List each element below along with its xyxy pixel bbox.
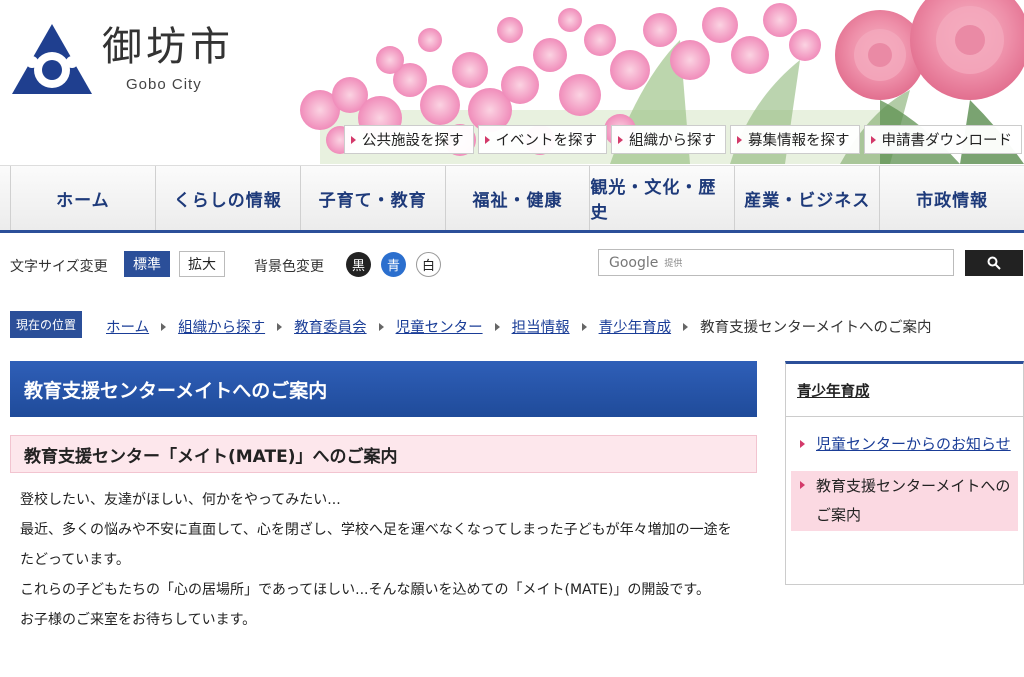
- nav-living[interactable]: くらしの情報: [154, 166, 300, 230]
- bg-white-button[interactable]: 白: [416, 252, 441, 277]
- quicklink-recruitment[interactable]: 募集情報を探す: [730, 125, 860, 154]
- sidebar-item-children-center-news[interactable]: 児童センターからのお知らせ: [786, 430, 1023, 459]
- search-placeholder: Google: [609, 254, 659, 271]
- bg-black-button[interactable]: 黒: [346, 252, 371, 277]
- arrow-icon: [351, 135, 356, 144]
- accessibility-toolbar: 文字サイズ変更 標準 拡大 背景色変更 黒 青 白 Google 提供: [0, 247, 1024, 281]
- global-nav: ホーム くらしの情報 子育て・教育 福祉・健康 観光・文化・歴史 産業・ビジネス…: [0, 165, 1024, 233]
- arrow-icon: [484, 135, 490, 144]
- font-size-label: 文字サイズ変更: [10, 259, 108, 275]
- nav-home[interactable]: ホーム: [10, 166, 155, 230]
- site-name-en: Gobo City: [126, 76, 202, 93]
- breadcrumb-children-center[interactable]: 児童センター: [396, 316, 483, 337]
- breadcrumb-current: 教育支援センターメイトへのご案内: [700, 320, 932, 336]
- breadcrumb-arrow-icon: [581, 322, 587, 331]
- arrow-icon: [618, 135, 623, 144]
- paragraph: 登校したい、友達がほしい、何かをやってみたい...: [20, 492, 341, 508]
- breadcrumb-youth-development[interactable]: 青少年育成: [599, 316, 672, 337]
- sidebar: 青少年育成 児童センターからのお知らせ 教育支援センターメイトへのご案内: [785, 361, 1024, 585]
- paragraph: 最近、多くの悩みや不安に直面して、心を閉ざし、学校へ足を運べなくなってしまった子…: [20, 522, 732, 568]
- arrow-icon: [800, 440, 805, 448]
- arrow-icon: [870, 135, 876, 144]
- current-location-badge: 現在の位置: [10, 311, 83, 338]
- quicklink-forms-download[interactable]: 申請書ダウンロード: [863, 125, 1022, 154]
- breadcrumb-arrow-icon: [161, 322, 167, 331]
- quicklinks: 公共施設を探す イベントを探す 組織から探す 募集情報を探す 申請書ダウンロード: [344, 125, 1022, 154]
- bg-color-label: 背景色変更: [254, 259, 324, 275]
- bg-blue-button[interactable]: 青: [381, 252, 406, 277]
- sidebar-item-current-page[interactable]: 教育支援センターメイトへのご案内: [791, 471, 1018, 531]
- breadcrumb-department-info[interactable]: 担当情報: [512, 316, 570, 337]
- font-size-standard-button[interactable]: 標準: [124, 251, 170, 277]
- page-title: 教育支援センターメイトへのご案内: [10, 361, 757, 417]
- breadcrumb: 現在の位置 ホーム 組織から探す 教育委員会 児童センター 担当情報 青少年育成…: [0, 309, 1024, 339]
- sidebar-heading[interactable]: 青少年育成: [786, 364, 1023, 417]
- body-text: 登校したい、友達がほしい、何かをやってみたい... 最近、多くの悩みや不安に直面…: [10, 485, 740, 635]
- city-emblem-icon: [12, 24, 92, 94]
- arrow-icon: [737, 135, 742, 144]
- nav-industry-business[interactable]: 産業・ビジネス: [734, 166, 879, 230]
- quicklink-organization[interactable]: 組織から探す: [611, 125, 726, 154]
- font-size-large-button[interactable]: 拡大: [179, 251, 225, 277]
- nav-welfare-health[interactable]: 福祉・健康: [444, 166, 590, 230]
- paragraph: これらの子どもたちの「心の居場所」であってほしい...そんな願いを込めての「メイ…: [20, 582, 710, 598]
- breadcrumb-arrow-icon: [277, 322, 283, 331]
- nav-city-info[interactable]: 市政情報: [879, 166, 1024, 230]
- main-content: 教育支援センターメイトへのご案内 教育支援センター「メイト(MATE)」へのご案…: [10, 361, 757, 635]
- breadcrumb-arrow-icon: [378, 322, 384, 331]
- site-logo[interactable]: 御坊市 Gobo City: [10, 22, 234, 96]
- breadcrumb-organization[interactable]: 組織から探す: [178, 316, 265, 337]
- section-heading: 教育支援センター「メイト(MATE)」へのご案内: [10, 435, 757, 473]
- nav-childcare-education[interactable]: 子育て・教育: [299, 166, 445, 230]
- breadcrumb-board-of-education[interactable]: 教育委員会: [294, 316, 367, 337]
- breadcrumb-arrow-icon: [494, 322, 500, 331]
- paragraph: お子様のご来室をお待ちしています。: [20, 612, 257, 628]
- breadcrumb-arrow-icon: [683, 322, 689, 331]
- search-button[interactable]: [965, 250, 1023, 276]
- quicklink-events[interactable]: イベントを探す: [477, 125, 607, 154]
- quicklink-facilities[interactable]: 公共施設を探す: [344, 125, 474, 154]
- search-input[interactable]: Google 提供: [598, 249, 954, 276]
- breadcrumb-home[interactable]: ホーム: [106, 316, 149, 337]
- site-name-jp: 御坊市: [102, 24, 234, 70]
- search-icon: [987, 256, 1001, 270]
- search-placeholder-sub: 提供: [664, 259, 683, 269]
- site-header: 御坊市 Gobo City 公共施設を探す イベントを探す 組織から探す 募集情…: [0, 0, 1024, 164]
- nav-tourism-culture[interactable]: 観光・文化・歴史: [589, 166, 734, 230]
- arrow-icon: [800, 481, 805, 489]
